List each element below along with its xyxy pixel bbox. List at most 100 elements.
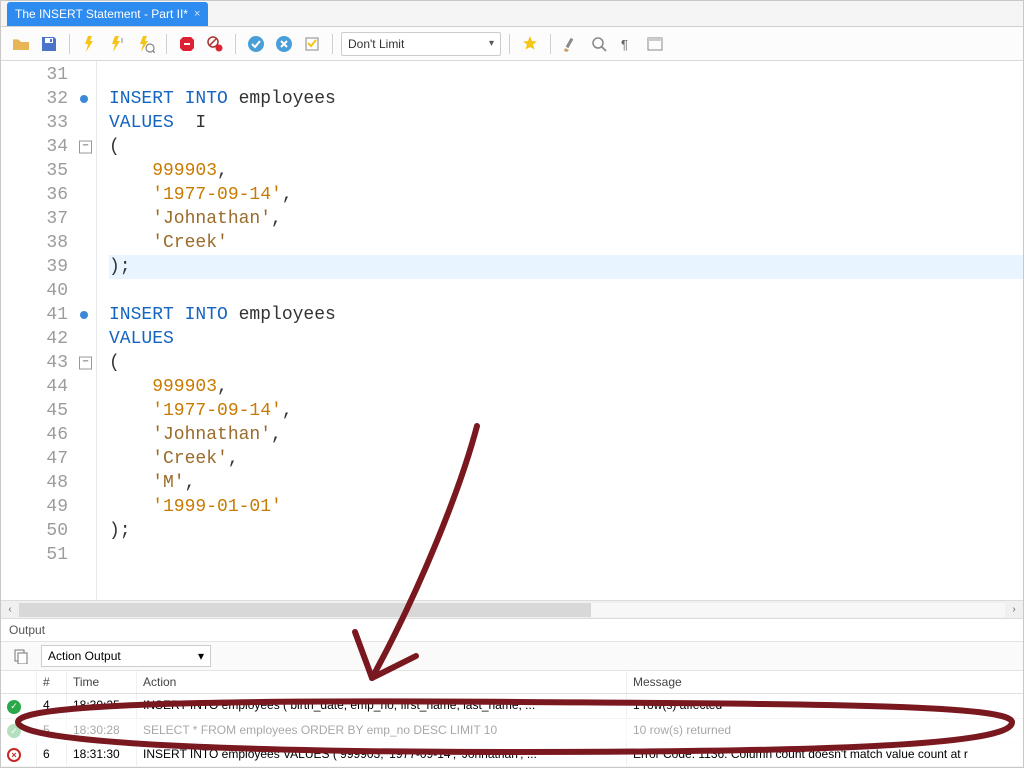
code-line[interactable]: 'Johnathan', (109, 423, 1023, 447)
code-line[interactable]: 'Johnathan', (109, 207, 1023, 231)
scroll-thumb[interactable] (19, 603, 591, 617)
row-action: INSERT INTO employees ( birth_date, emp_… (137, 694, 627, 718)
status-cell: ✓ (1, 694, 37, 718)
code-line[interactable]: 'M', (109, 471, 1023, 495)
separator (509, 34, 510, 54)
line-number: 48 (1, 471, 96, 495)
col-status (1, 671, 37, 693)
line-number: 31 (1, 63, 96, 87)
line-number: 33 (1, 111, 96, 135)
code-line[interactable]: VALUES (109, 327, 1023, 351)
execute-current-icon[interactable]: I (106, 32, 130, 56)
row-action: SELECT * FROM employees ORDER BY emp_no … (137, 719, 627, 743)
code-line[interactable] (109, 63, 1023, 87)
separator (332, 34, 333, 54)
row-number: 5 (37, 719, 67, 743)
separator (166, 34, 167, 54)
code-line[interactable]: 999903, (109, 159, 1023, 183)
code-line[interactable]: ( (109, 351, 1023, 375)
code-line[interactable] (109, 279, 1023, 303)
limit-select-label: Don't Limit (348, 37, 404, 51)
line-number: 37 (1, 207, 96, 231)
table-row[interactable]: ✓518:30:28SELECT * FROM employees ORDER … (1, 719, 1023, 744)
paragraph-icon[interactable]: ¶ (615, 32, 639, 56)
code-area[interactable]: INSERT INTO employeesVALUES I( 999903, '… (97, 61, 1023, 600)
commit-icon[interactable] (244, 32, 268, 56)
code-line[interactable]: '1977-09-14', (109, 183, 1023, 207)
row-number: 6 (37, 743, 67, 766)
table-row[interactable]: ✓418:30:25INSERT INTO employees ( birth_… (1, 694, 1023, 719)
panel-toggle-icon[interactable] (643, 32, 667, 56)
status-cell: × (1, 743, 37, 766)
row-message: Error Code: 1136. Column count doesn't m… (627, 743, 1024, 766)
row-number: 4 (37, 694, 67, 718)
output-toolbar: Action Output ▾ (1, 641, 1023, 671)
row-action: INSERT INTO employees VALUES ( 999903, '… (137, 743, 627, 766)
col-num: # (37, 671, 67, 693)
line-number: 47 (1, 447, 96, 471)
code-line[interactable]: INSERT INTO employees (109, 303, 1023, 327)
output-mode-select[interactable]: Action Output ▾ (41, 645, 211, 667)
line-number: 45 (1, 399, 96, 423)
find-icon[interactable] (587, 32, 611, 56)
line-number: 43− (1, 351, 96, 375)
row-time: 18:30:25 (67, 694, 137, 718)
table-row[interactable]: × 618:31:30INSERT INTO employees VALUES (… (1, 743, 1023, 767)
tab-active[interactable]: The INSERT Statement - Part II* × (7, 2, 208, 26)
separator (69, 34, 70, 54)
separator (235, 34, 236, 54)
scroll-track[interactable] (19, 603, 1005, 617)
line-gutter: 31323334−353637383940414243−444546474849… (1, 61, 97, 600)
stop-icon[interactable] (175, 32, 199, 56)
line-number: 42 (1, 327, 96, 351)
fold-toggle-icon[interactable]: − (79, 141, 92, 154)
line-number: 41 (1, 303, 96, 327)
row-time: 18:31:30 (67, 743, 137, 766)
output-grid: # Time Action Message ✓418:30:25INSERT I… (1, 671, 1023, 767)
code-line[interactable]: ); (109, 255, 1023, 279)
status-cell: ✓ (1, 719, 37, 743)
autocommit-icon[interactable] (300, 32, 324, 56)
tab-bar: The INSERT Statement - Part II* × (1, 1, 1023, 27)
code-line[interactable]: 999903, (109, 375, 1023, 399)
fold-toggle-icon[interactable]: − (79, 357, 92, 370)
code-line[interactable]: '1977-09-14', (109, 399, 1023, 423)
sql-editor[interactable]: 31323334−353637383940414243−444546474849… (1, 61, 1023, 600)
code-line[interactable]: ( (109, 135, 1023, 159)
code-line[interactable]: INSERT INTO employees (109, 87, 1023, 111)
text-cursor-icon: I (174, 113, 206, 133)
scroll-right-icon[interactable]: › (1005, 604, 1023, 615)
brush-icon[interactable] (559, 32, 583, 56)
beautify-icon[interactable] (518, 32, 542, 56)
save-icon[interactable] (37, 32, 61, 56)
line-number: 36 (1, 183, 96, 207)
line-number: 49 (1, 495, 96, 519)
chevron-down-icon: ▾ (489, 38, 494, 49)
execute-icon[interactable] (78, 32, 102, 56)
svg-text:I: I (121, 38, 123, 45)
output-copy-icon[interactable] (9, 644, 33, 668)
limit-select[interactable]: Don't Limit ▾ (341, 32, 501, 56)
horizontal-scrollbar[interactable]: ‹ › (1, 600, 1023, 618)
code-line[interactable]: 'Creek', (109, 447, 1023, 471)
code-line[interactable] (109, 543, 1023, 567)
line-number: 50 (1, 519, 96, 543)
code-line[interactable]: '1999-01-01' (109, 495, 1023, 519)
cancel-query-icon[interactable] (203, 32, 227, 56)
code-line[interactable]: 'Creek' (109, 231, 1023, 255)
line-number: 39 (1, 255, 96, 279)
status-error-icon: × (7, 748, 21, 762)
code-line[interactable]: ); (109, 519, 1023, 543)
line-number: 46 (1, 423, 96, 447)
close-icon[interactable]: × (194, 8, 200, 20)
toolbar: I Don't Limit ▾ ¶ (1, 27, 1023, 61)
rollback-icon[interactable] (272, 32, 296, 56)
svg-text:¶: ¶ (621, 37, 628, 52)
code-line[interactable]: VALUES I (109, 111, 1023, 135)
explain-icon[interactable] (134, 32, 158, 56)
output-panel-label: Output (1, 618, 1023, 641)
separator (550, 34, 551, 54)
open-file-icon[interactable] (9, 32, 33, 56)
line-number: 35 (1, 159, 96, 183)
scroll-left-icon[interactable]: ‹ (1, 604, 19, 615)
